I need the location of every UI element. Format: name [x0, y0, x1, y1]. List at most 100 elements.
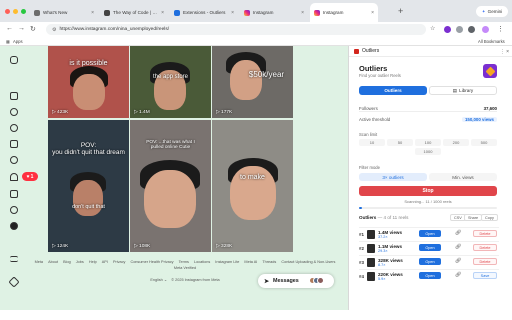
- close-window-button[interactable]: [5, 9, 10, 14]
- delete-button[interactable]: Delete: [473, 230, 497, 237]
- browser-tab-active[interactable]: Instagram ×: [310, 3, 378, 22]
- tab-library[interactable]: ▤ Library: [429, 86, 497, 95]
- also-from-meta-icon[interactable]: [8, 276, 20, 288]
- close-tab-icon[interactable]: ×: [301, 10, 304, 16]
- footer-link[interactable]: Contact Uploading & Non-Users: [281, 260, 335, 264]
- close-tab-icon[interactable]: ×: [231, 10, 234, 16]
- more-menu-icon[interactable]: [10, 256, 18, 262]
- close-panel-icon[interactable]: ⋮ ×: [500, 49, 509, 55]
- outlier-thumbnail[interactable]: [367, 244, 375, 253]
- mode-option-min-views[interactable]: Min. views: [429, 173, 497, 181]
- new-tab-button[interactable]: +: [398, 6, 403, 16]
- messenger-icon[interactable]: [10, 156, 18, 164]
- delete-button[interactable]: Delete: [473, 258, 497, 265]
- footer-link[interactable]: Instagram Lite: [215, 260, 239, 264]
- bookmark-apps[interactable]: Apps: [13, 39, 23, 44]
- footer-link[interactable]: Privacy: [113, 260, 125, 264]
- scan-limit-option[interactable]: 50: [387, 139, 413, 146]
- back-arrow-icon[interactable]: ←: [6, 25, 13, 32]
- footer-link[interactable]: Threads: [262, 260, 276, 264]
- link-icon[interactable]: 🔗︎: [455, 258, 461, 264]
- reload-icon[interactable]: ↻: [30, 25, 36, 33]
- footer-link[interactable]: Meta AI: [244, 260, 257, 264]
- scan-limit-option[interactable]: 500: [471, 139, 497, 146]
- share-button[interactable]: Share: [464, 214, 483, 221]
- browser-tab[interactable]: Instagram ×: [240, 3, 308, 22]
- outlier-thumbnail[interactable]: [367, 230, 375, 239]
- language-select[interactable]: English: [150, 278, 162, 282]
- link-icon[interactable]: 🔗︎: [455, 244, 461, 250]
- extensions-puzzle-icon[interactable]: [456, 26, 463, 33]
- outlier-row[interactable]: #3 328K views 8.7× Open 🔗︎ Delete: [359, 255, 499, 268]
- site-info-icon[interactable]: ⚙: [52, 27, 56, 33]
- minimize-window-button[interactable]: [13, 9, 18, 14]
- footer-link[interactable]: Blog: [63, 260, 71, 264]
- side-panel-icon[interactable]: [468, 26, 475, 33]
- maximize-window-button[interactable]: [21, 9, 26, 14]
- open-reel-button[interactable]: Open: [419, 272, 441, 279]
- tab-outliers[interactable]: Outliers: [359, 86, 427, 95]
- scan-limit-option[interactable]: 1000: [415, 148, 441, 155]
- outliers-extension-icon[interactable]: [444, 26, 451, 33]
- footer-link[interactable]: Help: [89, 260, 97, 264]
- instagram-logo-icon[interactable]: [10, 56, 18, 64]
- home-icon[interactable]: [10, 92, 18, 100]
- address-bar[interactable]: ⚙ https://www.instagram.com/nina_unemplo…: [46, 24, 426, 35]
- reel-tile[interactable]: to make ▷ 328K: [212, 120, 293, 252]
- search-icon[interactable]: [10, 108, 18, 116]
- footer-link[interactable]: Meta: [35, 260, 43, 264]
- mode-option-outliers[interactable]: 3× outliers: [359, 173, 427, 181]
- profile-avatar-icon[interactable]: [10, 222, 18, 230]
- bookmark-star-icon[interactable]: ☆: [430, 25, 435, 32]
- browser-tab[interactable]: Extensions - Outliers ×: [170, 3, 238, 22]
- stop-button[interactable]: Stop: [359, 186, 497, 196]
- footer-link[interactable]: Locations: [194, 260, 210, 264]
- footer-link[interactable]: Meta Verified: [174, 266, 196, 270]
- outlier-row[interactable]: #4 220K views 5.9× Open 🔗︎ Save: [359, 269, 499, 282]
- footer-link[interactable]: Consumer Health Privacy: [130, 260, 173, 264]
- heart-icon[interactable]: [10, 173, 18, 181]
- reels-icon[interactable]: [10, 140, 18, 148]
- messages-button[interactable]: ➤ Messages: [258, 274, 334, 288]
- delete-button[interactable]: Delete: [473, 244, 497, 251]
- scan-limit-option[interactable]: 200: [443, 139, 469, 146]
- dashboard-icon[interactable]: [10, 206, 18, 214]
- reel-tile[interactable]: the app store ▷ 1.4M: [130, 46, 211, 118]
- forward-arrow-icon[interactable]: →: [18, 25, 25, 32]
- close-tab-icon[interactable]: ×: [161, 10, 164, 16]
- scan-limit-option[interactable]: 100: [415, 139, 441, 146]
- footer-link[interactable]: API: [102, 260, 108, 264]
- open-reel-button[interactable]: Open: [419, 258, 441, 265]
- reel-tile[interactable]: POV: ...that was what I pulled online Cu…: [130, 120, 211, 252]
- copy-button[interactable]: Copy: [481, 214, 498, 221]
- footer-link[interactable]: About: [48, 260, 58, 264]
- reel-tile[interactable]: $50k/year ▷ 177K: [212, 46, 293, 118]
- outlier-row[interactable]: #1 1.4M views 37.2× Open 🔗︎ Delete: [359, 227, 499, 240]
- more-menu-icon[interactable]: ⋮: [497, 25, 504, 33]
- apps-grid-icon[interactable]: ▦: [6, 39, 10, 44]
- reel-tile[interactable]: is it possible ▷ 423K: [48, 46, 129, 118]
- create-plus-icon[interactable]: [10, 190, 18, 198]
- window-controls[interactable]: [5, 9, 26, 14]
- link-icon[interactable]: 🔗︎: [455, 272, 461, 278]
- open-reel-button[interactable]: Open: [419, 244, 441, 251]
- save-button[interactable]: Save: [473, 272, 497, 279]
- close-tab-icon[interactable]: ×: [91, 10, 94, 16]
- profile-avatar[interactable]: [482, 26, 489, 33]
- browser-tab[interactable]: What's New ×: [30, 3, 98, 22]
- open-reel-button[interactable]: Open: [419, 230, 441, 237]
- scan-limit-option[interactable]: 10: [359, 139, 385, 146]
- footer-link[interactable]: Terms: [179, 260, 189, 264]
- all-bookmarks[interactable]: All Bookmarks: [478, 39, 505, 44]
- close-tab-icon[interactable]: ×: [371, 10, 374, 16]
- outlier-thumbnail[interactable]: [367, 272, 375, 281]
- notification-badge[interactable]: ♥ 1: [22, 172, 38, 181]
- link-icon[interactable]: 🔗︎: [455, 230, 461, 236]
- reel-tile[interactable]: POV: you didn't quit that dream don't qu…: [48, 120, 129, 252]
- gemini-button[interactable]: ✦ Gemini: [476, 6, 508, 17]
- footer-link[interactable]: Jobs: [76, 260, 84, 264]
- browser-tab[interactable]: The Way of Code | Rick Rubin ×: [100, 3, 168, 22]
- outlier-thumbnail[interactable]: [367, 258, 375, 267]
- outlier-row[interactable]: #2 1.1M views 29.3× Open 🔗︎ Delete: [359, 241, 499, 254]
- explore-icon[interactable]: [10, 124, 18, 132]
